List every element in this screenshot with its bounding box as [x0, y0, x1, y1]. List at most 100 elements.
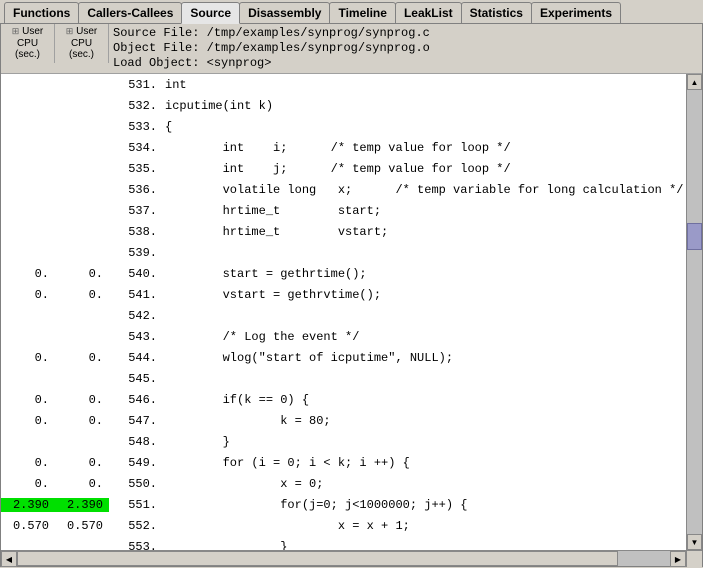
source-row[interactable]: 553. }	[1, 536, 686, 550]
line-number: 543.	[109, 330, 161, 344]
scroll-down-button[interactable]: ▼	[687, 534, 702, 550]
exclusive-cpu-value: 0.	[1, 267, 55, 281]
column-header-exclusive-cpu[interactable]: ⊞ User CPU (sec.)	[1, 24, 55, 63]
source-row[interactable]: 545.	[1, 368, 686, 389]
line-number: 549.	[109, 456, 161, 470]
source-row[interactable]: 2.3902.390551. for(j=0; j<1000000; j++) …	[1, 494, 686, 515]
horizontal-scroll-track[interactable]	[17, 551, 670, 566]
scroll-left-button[interactable]: ◀	[1, 551, 17, 567]
tab-timeline[interactable]: Timeline	[329, 2, 395, 23]
file-info: Source File: /tmp/examples/synprog/synpr…	[109, 24, 702, 73]
scroll-right-button[interactable]: ▶	[670, 551, 686, 567]
line-number: 551.	[109, 498, 161, 512]
source-panel: ⊞ User CPU (sec.) ⊞ User CPU (sec.) Sour…	[0, 24, 703, 567]
horizontal-scrollbar[interactable]: ◀ ▶	[1, 550, 702, 566]
line-number: 542.	[109, 309, 161, 323]
source-row[interactable]: 538. hrtime_t vstart;	[1, 221, 686, 242]
vertical-scroll-thumb[interactable]	[687, 223, 702, 250]
source-text: }	[161, 540, 686, 551]
tab-source[interactable]: Source	[181, 2, 240, 24]
line-number: 539.	[109, 246, 161, 260]
exclusive-cpu-value: 0.	[1, 351, 55, 365]
source-text: for(j=0; j<1000000; j++) {	[161, 498, 686, 512]
source-text: x = 0;	[161, 477, 686, 491]
line-number: 553.	[109, 540, 161, 551]
tab-disassembly[interactable]: Disassembly	[239, 2, 330, 23]
inclusive-cpu-value: 0.	[55, 477, 109, 491]
source-row[interactable]: 543. /* Log the event */	[1, 326, 686, 347]
vertical-scroll-track[interactable]	[687, 90, 702, 534]
metric-icon: ⊞	[12, 26, 20, 36]
scroll-up-button[interactable]: ▲	[687, 74, 702, 90]
exclusive-cpu-value: 0.	[1, 288, 55, 302]
source-row[interactable]: 534. int i; /* temp value for loop */	[1, 137, 686, 158]
source-row[interactable]: 0.0.550. x = 0;	[1, 473, 686, 494]
line-number: 540.	[109, 267, 161, 281]
source-text: int i; /* temp value for loop */	[161, 141, 686, 155]
source-row[interactable]: 533.{	[1, 116, 686, 137]
exclusive-cpu-value: 0.570	[1, 519, 55, 533]
source-text: int	[161, 78, 686, 92]
code-area[interactable]: 531.int532.icputime(int k)533.{534. int …	[1, 74, 686, 550]
exclusive-cpu-value: 0.	[1, 393, 55, 407]
col-header-text: User	[22, 26, 43, 37]
exclusive-cpu-value: 0.	[1, 456, 55, 470]
line-number: 534.	[109, 141, 161, 155]
source-row[interactable]: 0.0.544. wlog("start of icputime", NULL)…	[1, 347, 686, 368]
source-row[interactable]: 539.	[1, 242, 686, 263]
tab-leaklist[interactable]: LeakList	[395, 2, 462, 23]
arrow-right-icon: ▶	[675, 555, 681, 564]
line-number: 545.	[109, 372, 161, 386]
line-number: 532.	[109, 99, 161, 113]
horizontal-scroll-thumb[interactable]	[17, 551, 618, 566]
source-row[interactable]: 542.	[1, 305, 686, 326]
source-row[interactable]: 535. int j; /* temp value for loop */	[1, 158, 686, 179]
source-row[interactable]: 0.5700.570552. x = x + 1;	[1, 515, 686, 536]
source-row[interactable]: 0.0.549. for (i = 0; i < k; i ++) {	[1, 452, 686, 473]
inclusive-cpu-value: 0.	[55, 267, 109, 281]
col-header-text: User	[76, 26, 97, 37]
vertical-scrollbar[interactable]: ▲ ▼	[686, 74, 702, 550]
object-file-line: Object File: /tmp/examples/synprog/synpr…	[113, 41, 430, 55]
source-text: for (i = 0; i < k; i ++) {	[161, 456, 686, 470]
col-header-text: CPU	[17, 38, 38, 49]
tab-functions[interactable]: Functions	[4, 2, 79, 23]
source-row[interactable]: 531.int	[1, 74, 686, 95]
source-row[interactable]: 0.0.540. start = gethrtime();	[1, 263, 686, 284]
source-row[interactable]: 537. hrtime_t start;	[1, 200, 686, 221]
content-wrap: 531.int532.icputime(int k)533.{534. int …	[1, 74, 702, 550]
source-row[interactable]: 536. volatile long x; /* temp variable f…	[1, 179, 686, 200]
load-object-line: Load Object: <synprog>	[113, 56, 271, 70]
tab-statistics[interactable]: Statistics	[461, 2, 532, 23]
line-number: 544.	[109, 351, 161, 365]
source-file-line: Source File: /tmp/examples/synprog/synpr…	[113, 26, 430, 40]
source-text: icputime(int k)	[161, 99, 686, 113]
inclusive-cpu-value: 0.570	[55, 519, 109, 533]
source-text: hrtime_t vstart;	[161, 225, 686, 239]
source-row[interactable]: 0.0.541. vstart = gethrvtime();	[1, 284, 686, 305]
source-text: start = gethrtime();	[161, 267, 686, 281]
line-number: 531.	[109, 78, 161, 92]
source-text: }	[161, 435, 686, 449]
source-row[interactable]: 0.0.546. if(k == 0) {	[1, 389, 686, 410]
tab-callers-callees[interactable]: Callers-Callees	[78, 2, 182, 23]
line-number: 550.	[109, 477, 161, 491]
line-number: 536.	[109, 183, 161, 197]
scrollbar-corner	[686, 551, 702, 567]
source-row[interactable]: 548. }	[1, 431, 686, 452]
tab-bar: Functions Callers-Callees Source Disasse…	[0, 0, 703, 24]
source-text: int j; /* temp value for loop */	[161, 162, 686, 176]
exclusive-cpu-value: 0.	[1, 477, 55, 491]
source-row[interactable]: 0.0.547. k = 80;	[1, 410, 686, 431]
column-header-inclusive-cpu[interactable]: ⊞ User CPU (sec.)	[55, 24, 109, 63]
tab-experiments[interactable]: Experiments	[531, 2, 621, 23]
source-text: volatile long x; /* temp variable for lo…	[161, 183, 686, 197]
inclusive-cpu-value: 0.	[55, 288, 109, 302]
source-text: vstart = gethrvtime();	[161, 288, 686, 302]
arrow-left-icon: ◀	[6, 555, 12, 564]
source-text: /* Log the event */	[161, 330, 686, 344]
source-row[interactable]: 532.icputime(int k)	[1, 95, 686, 116]
arrow-down-icon: ▼	[691, 538, 699, 547]
code-lines: 531.int532.icputime(int k)533.{534. int …	[1, 74, 686, 550]
col-header-text: (sec.)	[15, 49, 40, 60]
